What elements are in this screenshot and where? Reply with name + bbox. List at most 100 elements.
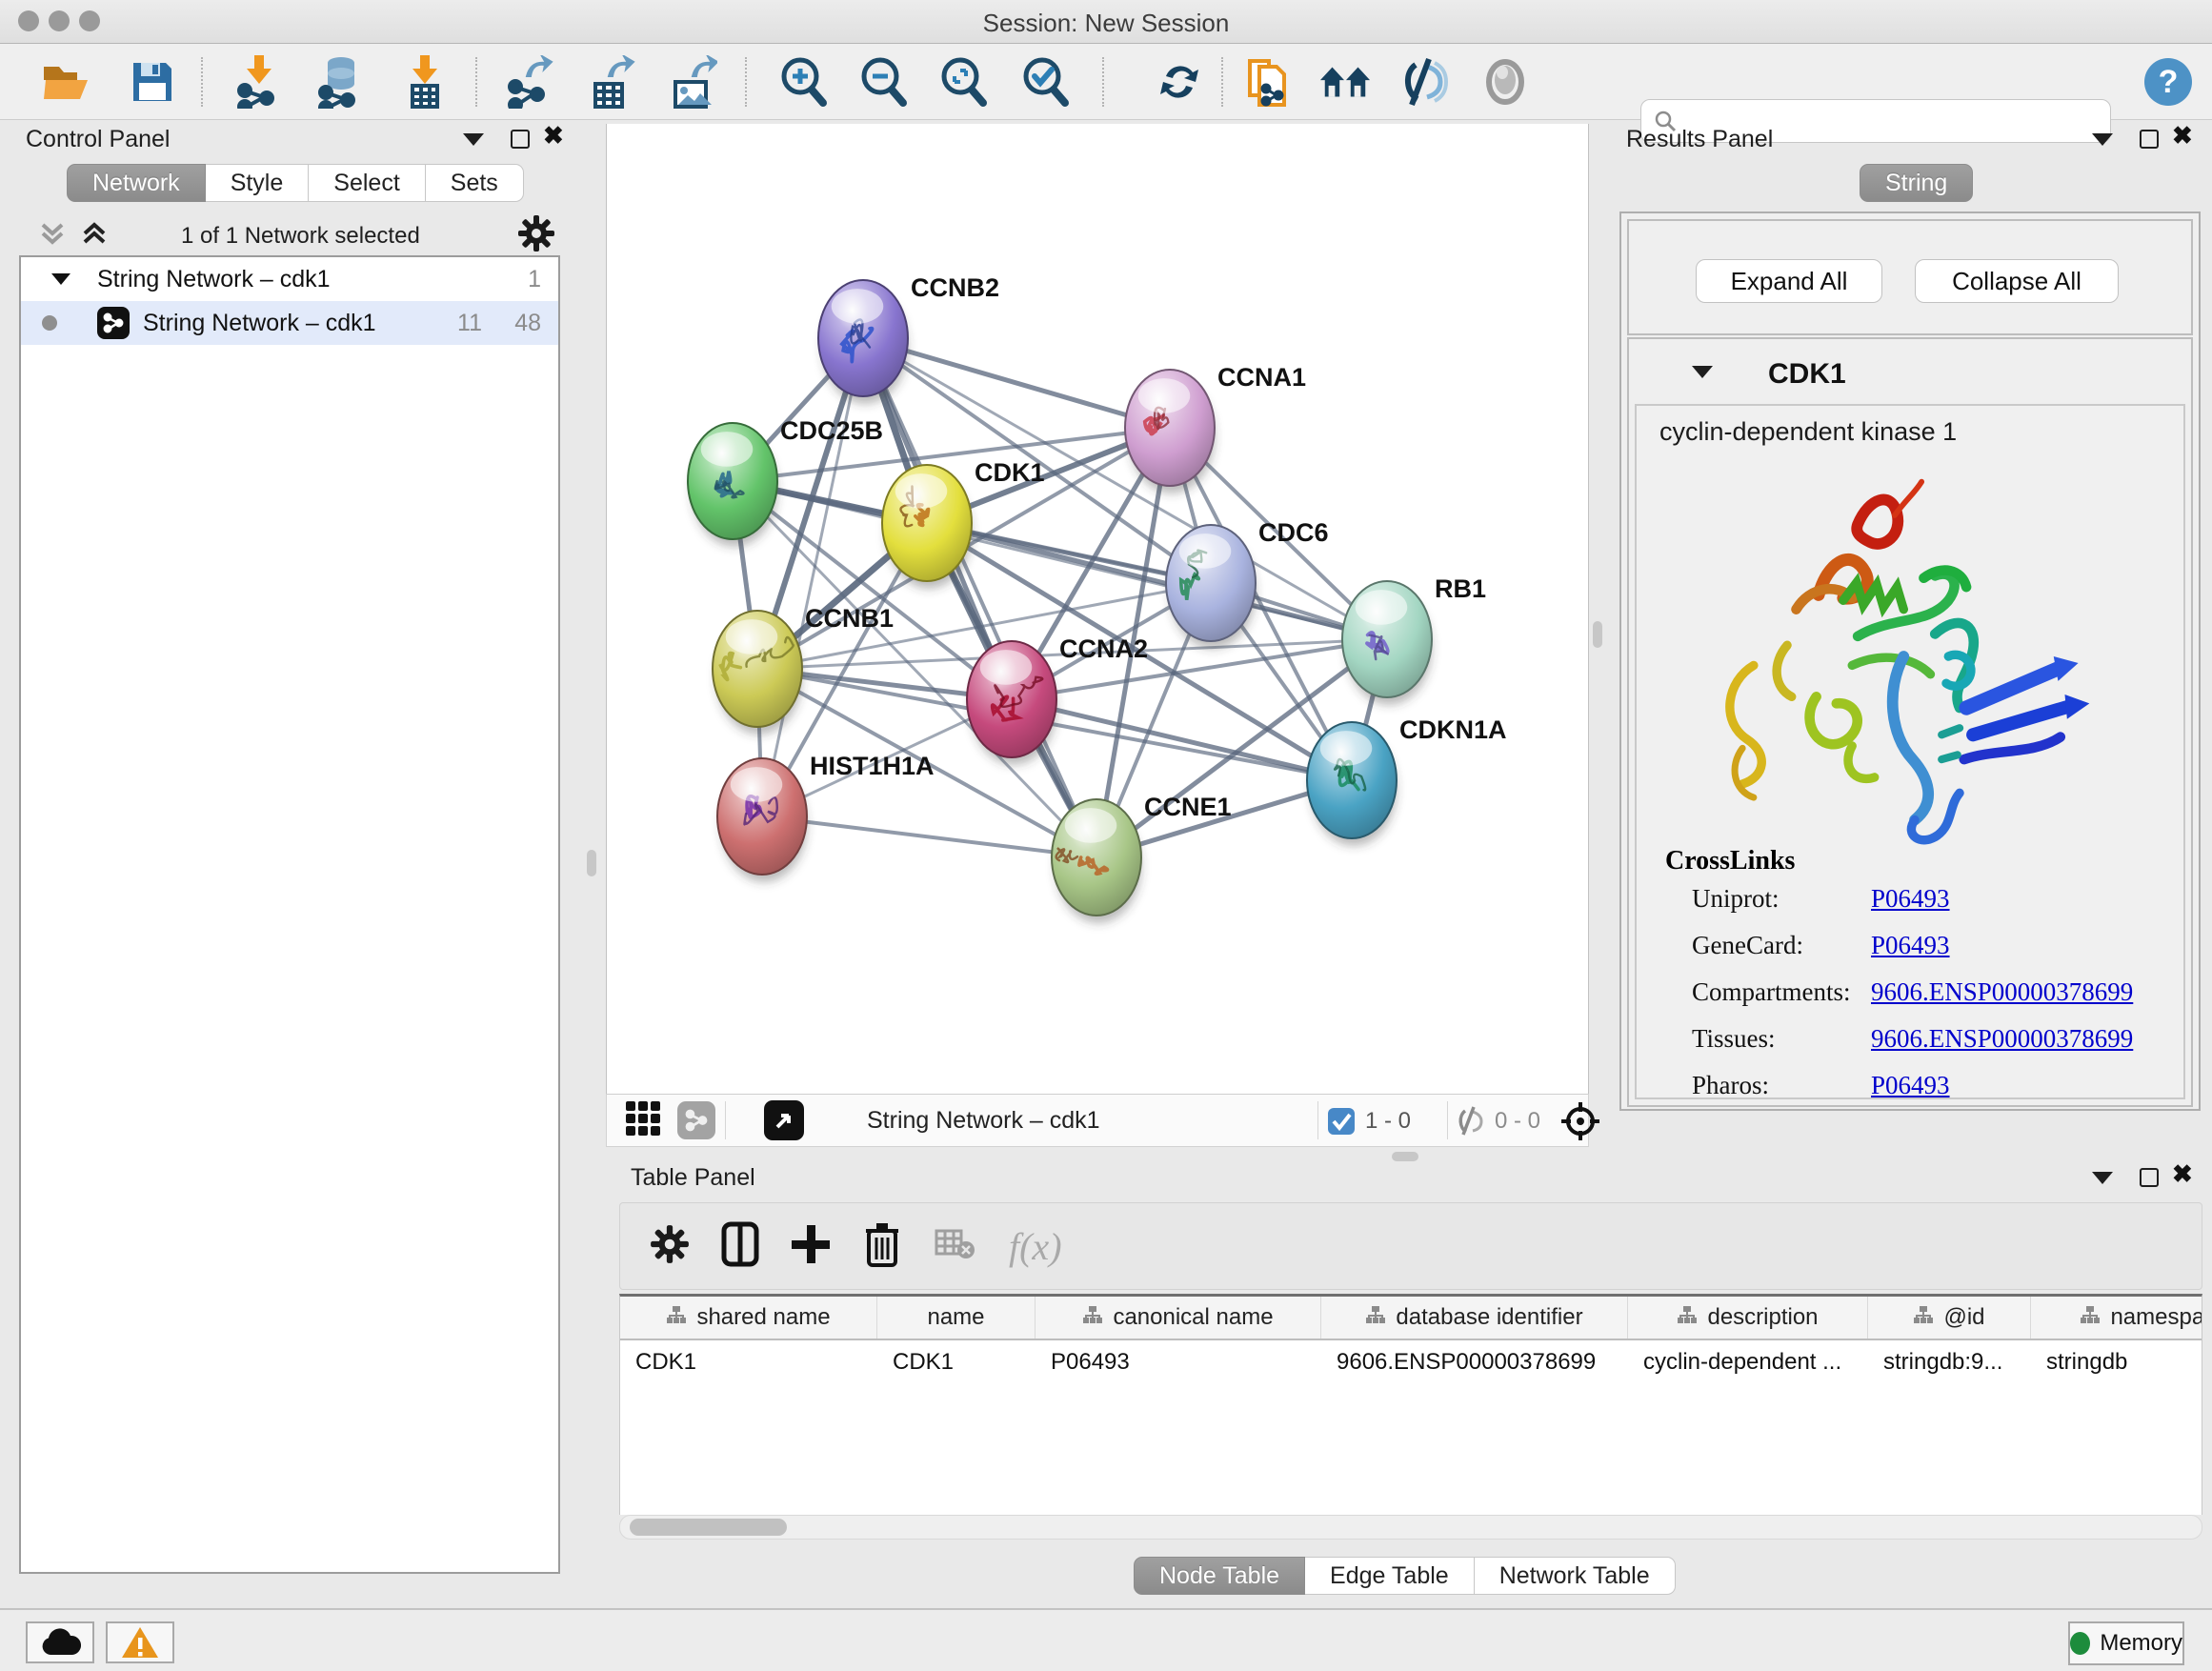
control-panel-menu-icon[interactable] — [463, 133, 484, 146]
netbar-separator — [1317, 1101, 1318, 1139]
table-cell[interactable]: cyclin-dependent ... — [1628, 1340, 1868, 1384]
first-neighbors-icon[interactable] — [1318, 55, 1372, 109]
results-panel-menu-icon[interactable] — [2092, 133, 2113, 146]
crosslink-link[interactable]: P06493 — [1871, 1071, 1950, 1100]
expand-all-button[interactable]: Expand All — [1696, 259, 1882, 303]
import-table-icon[interactable] — [398, 55, 452, 109]
collapse-all-button[interactable]: Collapse All — [1915, 259, 2119, 303]
column-header-namespace[interactable]: namespace — [2031, 1297, 2202, 1339]
scrollbar-thumb[interactable] — [630, 1519, 787, 1536]
fit-content-crosshair-icon[interactable] — [1559, 1100, 1601, 1147]
tab-network[interactable]: Network — [67, 164, 206, 202]
column-header--id[interactable]: @id — [1868, 1297, 2031, 1339]
crosslink-link[interactable]: P06493 — [1871, 931, 1950, 960]
duplicate-network-icon[interactable] — [1242, 55, 1296, 109]
network-row[interactable]: String Network – cdk1 11 48 — [21, 301, 558, 345]
network-options-gear-icon[interactable] — [516, 213, 556, 258]
crosslink-link[interactable]: 9606.ENSP00000378699 — [1871, 977, 2133, 1007]
crosslink-link[interactable]: 9606.ENSP00000378699 — [1871, 1024, 2133, 1054]
create-column-plus-icon[interactable] — [790, 1223, 832, 1270]
zoom-fit-icon[interactable] — [937, 55, 991, 109]
zoom-selected-icon[interactable] — [1019, 55, 1073, 109]
network-view-mode-icon[interactable] — [677, 1101, 715, 1139]
expand-all-networks-icon[interactable] — [80, 219, 109, 252]
network-node-ccnb1[interactable] — [713, 611, 802, 735]
network-node-ccne1[interactable] — [1052, 799, 1141, 923]
table-cell[interactable]: CDK1 — [620, 1340, 877, 1384]
table-cell[interactable]: P06493 — [1036, 1340, 1321, 1384]
network-node-ccna1[interactable] — [1125, 370, 1215, 493]
grid-view-icon[interactable] — [624, 1099, 662, 1142]
tab-edge-table[interactable]: Edge Table — [1305, 1557, 1475, 1595]
show-columns-icon[interactable] — [721, 1221, 759, 1272]
table-panel-float-icon[interactable] — [2140, 1168, 2159, 1187]
table-cell[interactable]: stringdb:9... — [1868, 1340, 2031, 1384]
results-panel-float-icon[interactable] — [2140, 130, 2159, 149]
table-row[interactable]: CDK1CDK1P064939606.ENSP00000378699cyclin… — [620, 1340, 2202, 1384]
network-node-hist1h1a[interactable] — [717, 758, 807, 882]
network-node-cdkn1a[interactable] — [1307, 722, 1397, 846]
tab-sets[interactable]: Sets — [426, 164, 524, 202]
table-panel-menu-icon[interactable] — [2092, 1172, 2113, 1184]
column-header-label: database identifier — [1396, 1304, 1582, 1331]
tab-node-table[interactable]: Node Table — [1134, 1557, 1305, 1595]
network-node-cdc25b[interactable] — [688, 423, 777, 547]
zoom-in-icon[interactable] — [777, 55, 831, 109]
apply-layout-icon[interactable] — [1153, 55, 1206, 109]
memory-button[interactable]: Memory — [2068, 1621, 2184, 1665]
network-edge[interactable] — [762, 338, 863, 816]
crosslink-row: GeneCard:P06493 — [1663, 931, 2178, 977]
import-network-database-icon[interactable] — [312, 55, 366, 109]
gene-collapse-icon[interactable] — [1692, 366, 1713, 378]
table-horizontal-scrollbar[interactable] — [619, 1515, 2202, 1540]
control-panel-close-icon[interactable]: ✖ — [543, 126, 564, 145]
network-edge[interactable] — [863, 338, 1170, 428]
save-session-icon[interactable] — [126, 55, 179, 109]
collapse-all-networks-icon[interactable] — [38, 219, 67, 252]
left-splitter-handle[interactable] — [587, 850, 596, 876]
tab-select[interactable]: Select — [309, 164, 425, 202]
tab-network-table[interactable]: Network Table — [1475, 1557, 1676, 1595]
column-header-shared-name[interactable]: shared name — [620, 1297, 877, 1339]
network-node-rb1[interactable] — [1342, 581, 1432, 705]
export-table-icon[interactable] — [583, 55, 636, 109]
table-cell[interactable]: 9606.ENSP00000378699 — [1321, 1340, 1628, 1384]
crosslink-link[interactable]: P06493 — [1871, 884, 1950, 914]
zoom-out-icon[interactable] — [857, 55, 911, 109]
show-all-icon[interactable] — [1478, 55, 1532, 109]
column-header-canonical-name[interactable]: canonical name — [1036, 1297, 1321, 1339]
tab-style[interactable]: Style — [206, 164, 310, 202]
warning-button[interactable] — [106, 1621, 174, 1663]
table-cell[interactable]: stringdb — [2031, 1340, 2202, 1384]
table-panel-close-icon[interactable]: ✖ — [2172, 1164, 2193, 1183]
right-splitter-handle[interactable] — [1593, 621, 1602, 648]
column-header-name[interactable]: name — [877, 1297, 1036, 1339]
selected-node-edge-count: 1 - 0 — [1365, 1108, 1411, 1135]
results-panel-close-icon[interactable]: ✖ — [2172, 126, 2193, 145]
help-icon[interactable]: ? — [2142, 55, 2195, 109]
export-network-icon[interactable] — [503, 55, 556, 109]
hide-selected-icon[interactable] — [1398, 55, 1452, 109]
import-network-icon[interactable] — [232, 55, 286, 109]
network-edge[interactable] — [762, 816, 1096, 857]
open-session-icon[interactable] — [40, 55, 93, 109]
network-node-ccna2[interactable] — [967, 641, 1056, 765]
table-cell[interactable]: CDK1 — [877, 1340, 1036, 1384]
delete-column-trash-icon[interactable] — [864, 1221, 900, 1272]
network-node-cdk1[interactable] — [882, 465, 972, 589]
network-canvas[interactable]: CCNB2CCNA1CDC25BCDK1CDC6RB1CCNB1CCNA2CDK… — [606, 124, 1589, 1094]
tab-string[interactable]: String — [1860, 164, 1973, 202]
horizontal-splitter-handle[interactable] — [1392, 1152, 1418, 1161]
collection-expand-icon[interactable] — [51, 273, 70, 285]
control-panel-float-icon[interactable] — [511, 130, 530, 149]
export-image-icon[interactable] — [665, 55, 718, 109]
table-settings-gear-icon[interactable] — [649, 1223, 691, 1270]
selected-checkbox-icon[interactable] — [1327, 1107, 1356, 1140]
cloud-button[interactable] — [26, 1621, 94, 1663]
column-header-description[interactable]: description — [1628, 1297, 1868, 1339]
network-node-cdc6[interactable] — [1166, 525, 1256, 649]
network-node-ccnb2[interactable] — [818, 280, 908, 404]
column-header-database-identifier[interactable]: database identifier — [1321, 1297, 1628, 1339]
network-collection-row[interactable]: String Network – cdk1 1 — [21, 257, 558, 301]
birds-eye-view-icon[interactable] — [764, 1100, 804, 1140]
